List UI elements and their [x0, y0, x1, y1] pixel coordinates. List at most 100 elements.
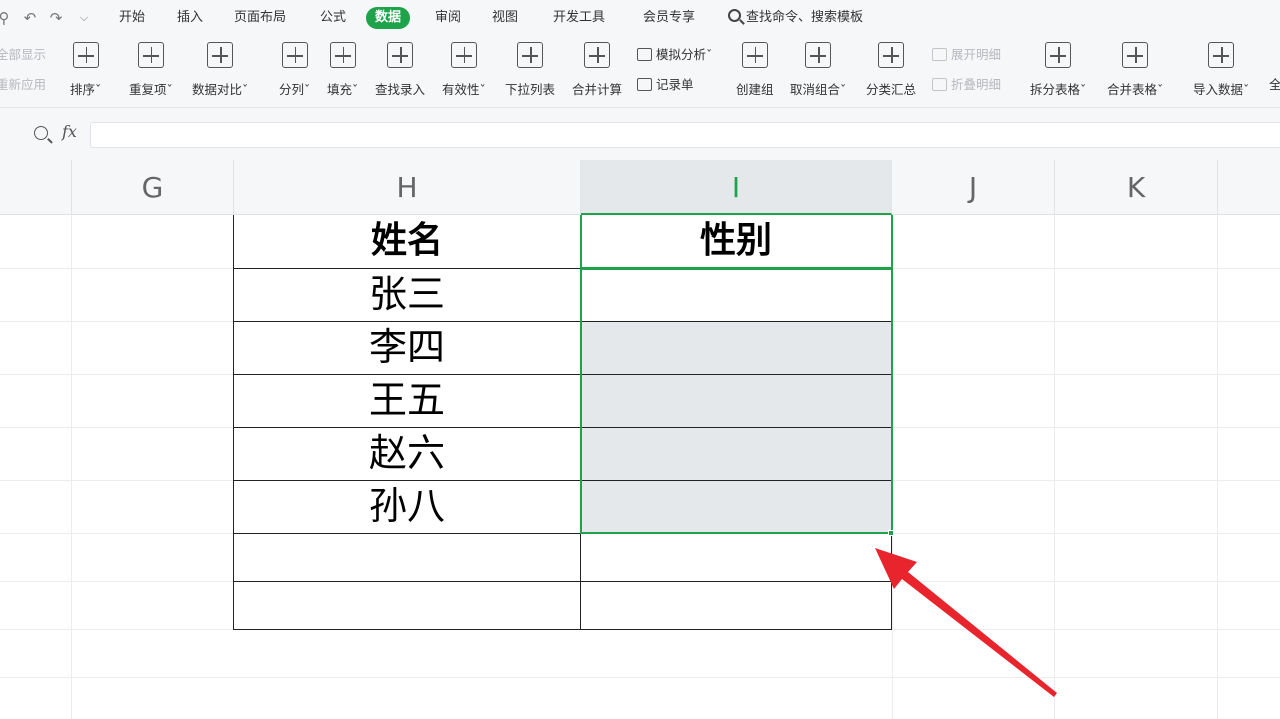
split-table-icon	[1045, 42, 1072, 68]
cell-name[interactable]: 张三	[234, 269, 581, 322]
tab-home[interactable]: 开始	[119, 7, 145, 29]
menu-bar: ⚲ ↶ ↷ ⌵ 开始 插入 页面布局 公式 数据 审阅 视图 开发工具 会员专享…	[0, 0, 1280, 36]
undo-icon[interactable]: ↶	[20, 8, 40, 28]
import-data-button[interactable]: 导入数据ˇ	[1193, 42, 1249, 98]
merge-table-label: 合并表格ˇ	[1107, 82, 1164, 97]
fx-icon[interactable]: fx	[62, 122, 77, 141]
tab-member[interactable]: 会员专享	[643, 7, 695, 29]
ungroup-icon	[805, 42, 832, 68]
column-header-h[interactable]: H	[234, 160, 581, 215]
tab-view[interactable]: 视图	[492, 7, 518, 29]
cell-h-header[interactable]: 姓名	[234, 215, 581, 269]
cell-gender[interactable]	[581, 481, 892, 534]
show-all-button[interactable]: 全部显示	[0, 46, 46, 64]
formula-bar: fx	[0, 108, 1280, 160]
record-form-icon	[637, 78, 652, 91]
validity-button[interactable]: 有效性ˇ	[442, 42, 486, 98]
gridline	[71, 215, 72, 719]
cell-name[interactable]: 孙八	[234, 481, 581, 534]
cell-gender[interactable]	[581, 322, 892, 375]
expand-detail-icon	[932, 48, 947, 61]
ungroup-button[interactable]: 取消组合ˇ	[790, 42, 846, 98]
duplicates-button[interactable]: 重复项ˇ	[129, 42, 173, 98]
compare-label: 数据对比ˇ	[192, 82, 249, 97]
compare-icon	[207, 42, 234, 68]
cell-empty[interactable]	[581, 582, 892, 630]
collapse-detail-button[interactable]: 折叠明细	[932, 76, 1001, 94]
sheet-grid[interactable]: 姓名 性别 张三 李四 王五 赵六 孙八	[0, 215, 1280, 719]
formula-input[interactable]	[90, 122, 1280, 148]
column-header-i[interactable]: I	[581, 160, 892, 215]
simulate-analysis-icon	[637, 48, 652, 61]
lookup-entry-label: 查找录入	[375, 82, 426, 97]
create-group-button[interactable]: 创建组	[736, 42, 774, 98]
dropdown-list-label: 下拉列表	[505, 82, 556, 97]
gridline	[892, 215, 893, 719]
zoom-icon[interactable]	[34, 126, 48, 140]
tab-page-layout[interactable]: 页面布局	[234, 7, 286, 29]
simulate-analysis-button[interactable]: 模拟分析ˇ	[637, 46, 712, 64]
find-icon[interactable]: ⚲	[0, 8, 14, 28]
reapply-button[interactable]: 重新应用	[0, 76, 46, 94]
search-label: 查找命令、搜索模板	[746, 10, 864, 25]
tab-data[interactable]: 数据	[366, 7, 411, 29]
sort-label: 排序ˇ	[70, 82, 102, 97]
cell-name[interactable]: 王五	[234, 375, 581, 428]
search-icon	[728, 9, 741, 22]
gridline	[1054, 215, 1055, 719]
split-table-button[interactable]: 拆分表格ˇ	[1030, 42, 1086, 98]
split-column-button[interactable]: 分列ˇ	[279, 42, 310, 98]
fill-button[interactable]: 填充ˇ	[327, 42, 358, 98]
subtotal-button[interactable]: 分类汇总	[866, 42, 916, 98]
redo-icon[interactable]: ↷	[46, 8, 66, 28]
tab-review[interactable]: 审阅	[435, 7, 461, 29]
column-header-row: G H I J K	[0, 160, 1280, 215]
ribbon-overflow-label[interactable]: 全	[1269, 76, 1280, 94]
fill-label: 填充ˇ	[327, 82, 359, 97]
tab-formulas[interactable]: 公式	[320, 7, 346, 29]
split-column-label: 分列ˇ	[279, 82, 311, 97]
cell-empty[interactable]	[234, 534, 581, 582]
consolidate-icon	[584, 42, 610, 68]
create-group-icon	[741, 42, 768, 68]
consolidate-button[interactable]: 合并计算	[572, 42, 622, 98]
duplicates-label: 重复项ˇ	[129, 82, 173, 97]
sort-icon	[72, 42, 99, 68]
cell-gender[interactable]	[581, 269, 892, 322]
column-header-g[interactable]: G	[71, 160, 234, 215]
command-search[interactable]: 查找命令、搜索模板	[728, 7, 863, 29]
fill-icon	[329, 42, 356, 68]
import-data-icon	[1208, 42, 1235, 68]
dropdown-list-icon	[517, 42, 543, 68]
cell-gender[interactable]	[581, 428, 892, 481]
cell-name[interactable]: 李四	[234, 322, 581, 375]
lookup-entry-button[interactable]: 查找录入	[375, 42, 425, 98]
tab-developer[interactable]: 开发工具	[553, 7, 605, 29]
split-table-label: 拆分表格ˇ	[1030, 82, 1087, 97]
cell-empty[interactable]	[234, 582, 581, 630]
cell-i-header[interactable]: 性别	[581, 215, 892, 269]
split-column-icon	[281, 42, 308, 68]
expand-detail-button[interactable]: 展开明细	[932, 46, 1001, 64]
record-form-button[interactable]: 记录单	[637, 76, 694, 94]
dropdown-icon[interactable]: ⌵	[74, 8, 94, 28]
fill-handle[interactable]	[888, 530, 894, 536]
cell-name[interactable]: 赵六	[234, 428, 581, 481]
consolidate-label: 合并计算	[572, 82, 623, 97]
dropdown-list-button[interactable]: 下拉列表	[505, 42, 555, 98]
collapse-detail-icon	[932, 78, 947, 91]
tab-insert[interactable]: 插入	[177, 7, 203, 29]
create-group-label: 创建组	[736, 82, 774, 97]
validity-label: 有效性ˇ	[442, 82, 486, 97]
column-header-k[interactable]: K	[1055, 160, 1218, 215]
lookup-entry-icon	[387, 42, 413, 68]
subtotal-icon	[878, 42, 904, 68]
gridline	[1217, 215, 1218, 719]
cell-empty[interactable]	[581, 534, 892, 582]
cell-gender[interactable]	[581, 375, 892, 428]
ribbon: 全部显示 重新应用 排序ˇ 重复项ˇ 数据对比ˇ 分列ˇ 填充ˇ 查找录入 有效…	[0, 36, 1280, 108]
sort-button[interactable]: 排序ˇ	[70, 42, 101, 98]
column-header-j[interactable]: J	[892, 160, 1055, 215]
merge-table-button[interactable]: 合并表格ˇ	[1107, 42, 1163, 98]
compare-button[interactable]: 数据对比ˇ	[192, 42, 248, 98]
